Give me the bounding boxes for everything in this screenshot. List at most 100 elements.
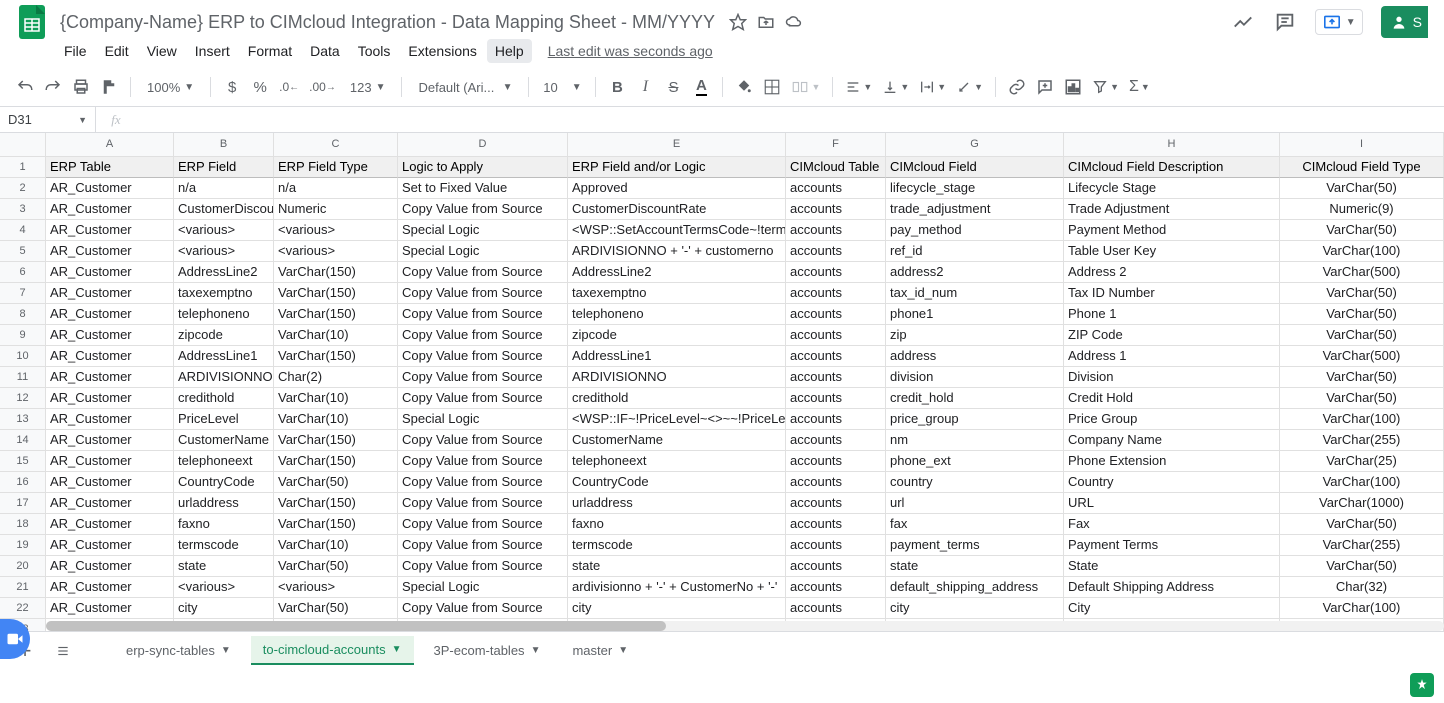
header-cell[interactable]: ERP Field	[174, 157, 274, 178]
row-header[interactable]: 6	[0, 262, 46, 283]
cell[interactable]: VarChar(50)	[274, 598, 398, 619]
menu-data[interactable]: Data	[302, 39, 348, 63]
cell[interactable]: ARDIVISIONNO + '-' + customerno	[568, 241, 786, 262]
cell[interactable]: termscode	[174, 535, 274, 556]
cell[interactable]: ZIP Code	[1064, 325, 1280, 346]
menu-file[interactable]: File	[56, 39, 95, 63]
cell[interactable]: <various>	[274, 241, 398, 262]
dec-decrease-icon[interactable]: .0←	[275, 74, 303, 100]
cell[interactable]: Tax ID Number	[1064, 283, 1280, 304]
cell[interactable]: URL	[1064, 493, 1280, 514]
cell[interactable]: CountryCode	[174, 472, 274, 493]
header-cell[interactable]: CIMcloud Field	[886, 157, 1064, 178]
cell[interactable]: phone1	[886, 304, 1064, 325]
menu-edit[interactable]: Edit	[97, 39, 137, 63]
currency-icon[interactable]: $	[219, 74, 245, 100]
cell[interactable]: city	[174, 598, 274, 619]
row-header[interactable]: 22	[0, 598, 46, 619]
cell[interactable]: AR_Customer	[46, 346, 174, 367]
cell[interactable]: VarChar(150)	[274, 304, 398, 325]
filter-icon[interactable]: ▼	[1088, 74, 1123, 100]
functions-icon[interactable]: Σ▼	[1125, 74, 1154, 100]
cell[interactable]: VarChar(50)	[1280, 283, 1444, 304]
doc-title[interactable]: {Company-Name} ERP to CIMcloud Integrati…	[56, 10, 719, 35]
cell[interactable]: Copy Value from Source	[398, 325, 568, 346]
col-header-E[interactable]: E	[568, 133, 786, 156]
undo-icon[interactable]	[12, 74, 38, 100]
cell[interactable]: Copy Value from Source	[398, 262, 568, 283]
cell[interactable]: VarChar(100)	[1280, 598, 1444, 619]
row-header[interactable]: 5	[0, 241, 46, 262]
cell[interactable]: Copy Value from Source	[398, 367, 568, 388]
cell[interactable]: telephoneext	[568, 451, 786, 472]
cell[interactable]: division	[886, 367, 1064, 388]
cell[interactable]: Copy Value from Source	[398, 304, 568, 325]
sheet-tab-erp-sync[interactable]: erp-sync-tables▼	[114, 637, 243, 664]
cell[interactable]: accounts	[786, 409, 886, 430]
cell[interactable]: nm	[886, 430, 1064, 451]
cell[interactable]: Fax	[1064, 514, 1280, 535]
cell[interactable]: <WSP::SetAccountTermsCode~!term	[568, 220, 786, 241]
cell[interactable]: VarChar(10)	[274, 388, 398, 409]
menu-insert[interactable]: Insert	[187, 39, 238, 63]
cell[interactable]: accounts	[786, 577, 886, 598]
header-cell[interactable]: ERP Field Type	[274, 157, 398, 178]
cell[interactable]: country	[886, 472, 1064, 493]
cell[interactable]: VarChar(100)	[1280, 241, 1444, 262]
cell[interactable]: tax_id_num	[886, 283, 1064, 304]
cell[interactable]: Price Group	[1064, 409, 1280, 430]
chart-icon[interactable]	[1060, 74, 1086, 100]
cell[interactable]: zipcode	[174, 325, 274, 346]
cell[interactable]: Copy Value from Source	[398, 514, 568, 535]
cell[interactable]: Copy Value from Source	[398, 493, 568, 514]
cell[interactable]: fax	[886, 514, 1064, 535]
cell[interactable]: VarChar(150)	[274, 262, 398, 283]
sheets-logo[interactable]	[12, 2, 52, 42]
cell[interactable]: faxno	[174, 514, 274, 535]
menu-view[interactable]: View	[139, 39, 185, 63]
cell[interactable]: <various>	[174, 577, 274, 598]
cell[interactable]: n/a	[174, 178, 274, 199]
cell[interactable]: AR_Customer	[46, 409, 174, 430]
cell[interactable]: City	[1064, 598, 1280, 619]
cell[interactable]: Copy Value from Source	[398, 346, 568, 367]
cell[interactable]: zipcode	[568, 325, 786, 346]
cell[interactable]: taxexemptno	[568, 283, 786, 304]
cell[interactable]: address2	[886, 262, 1064, 283]
cell[interactable]: AR_Customer	[46, 304, 174, 325]
sheet-tab-master[interactable]: master▼	[560, 637, 640, 664]
fill-color-icon[interactable]	[731, 74, 757, 100]
menu-extensions[interactable]: Extensions	[400, 39, 484, 63]
strike-icon[interactable]: S	[660, 74, 686, 100]
cell[interactable]: CustomerDiscountRate	[568, 199, 786, 220]
bold-icon[interactable]: B	[604, 74, 630, 100]
header-cell[interactable]: Logic to Apply	[398, 157, 568, 178]
font-dropdown[interactable]: Default (Ari...▼	[410, 74, 520, 100]
cell[interactable]: VarChar(500)	[1280, 262, 1444, 283]
row-header[interactable]: 19	[0, 535, 46, 556]
menu-format[interactable]: Format	[240, 39, 300, 63]
cell[interactable]: AR_Customer	[46, 472, 174, 493]
cell[interactable]: termscode	[568, 535, 786, 556]
cell[interactable]: accounts	[786, 241, 886, 262]
cell[interactable]: accounts	[786, 346, 886, 367]
cell[interactable]: VarChar(10)	[274, 535, 398, 556]
cell[interactable]: Payment Method	[1064, 220, 1280, 241]
row-header[interactable]: 11	[0, 367, 46, 388]
cell[interactable]: credithold	[174, 388, 274, 409]
cell[interactable]: credithold	[568, 388, 786, 409]
cell[interactable]: accounts	[786, 556, 886, 577]
header-cell[interactable]: CIMcloud Field Description	[1064, 157, 1280, 178]
cloud-icon[interactable]	[785, 13, 803, 31]
cell[interactable]: CustomerName	[174, 430, 274, 451]
cell[interactable]: credit_hold	[886, 388, 1064, 409]
row-header[interactable]: 20	[0, 556, 46, 577]
cell[interactable]: AR_Customer	[46, 535, 174, 556]
percent-icon[interactable]: %	[247, 74, 273, 100]
cell[interactable]: AR_Customer	[46, 367, 174, 388]
star-icon[interactable]	[729, 13, 747, 31]
row-header[interactable]: 8	[0, 304, 46, 325]
cell[interactable]: Approved	[568, 178, 786, 199]
cell[interactable]: accounts	[786, 451, 886, 472]
comment-icon[interactable]	[1032, 74, 1058, 100]
